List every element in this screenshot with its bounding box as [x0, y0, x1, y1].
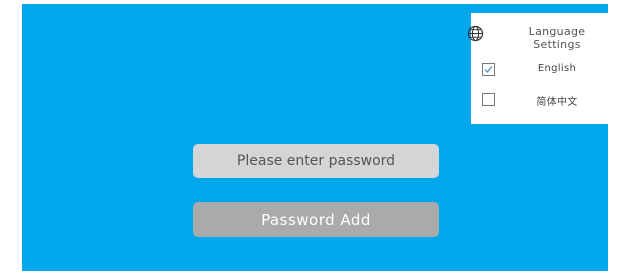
password-add-button[interactable]: Password Add — [193, 202, 439, 237]
language-settings-title-line1: Language — [528, 25, 586, 38]
language-option-label: 简体中文 — [536, 97, 578, 108]
language-settings-panel: Language Settings English 简体中文 — [471, 13, 608, 124]
globe-icon[interactable] — [467, 25, 484, 42]
language-settings-title: Language Settings — [511, 25, 603, 51]
english-checkbox[interactable] — [482, 63, 495, 76]
chinese-checkbox[interactable] — [482, 93, 495, 106]
password-input[interactable] — [193, 144, 439, 178]
language-option-english[interactable]: English — [471, 59, 608, 83]
language-option-chinese[interactable]: 简体中文 — [471, 89, 608, 113]
language-settings-title-line2: Settings — [533, 38, 581, 51]
check-icon — [484, 66, 493, 73]
language-option-label: English — [537, 63, 577, 74]
password-screen: Password Add Language Settings English 简… — [22, 4, 608, 271]
